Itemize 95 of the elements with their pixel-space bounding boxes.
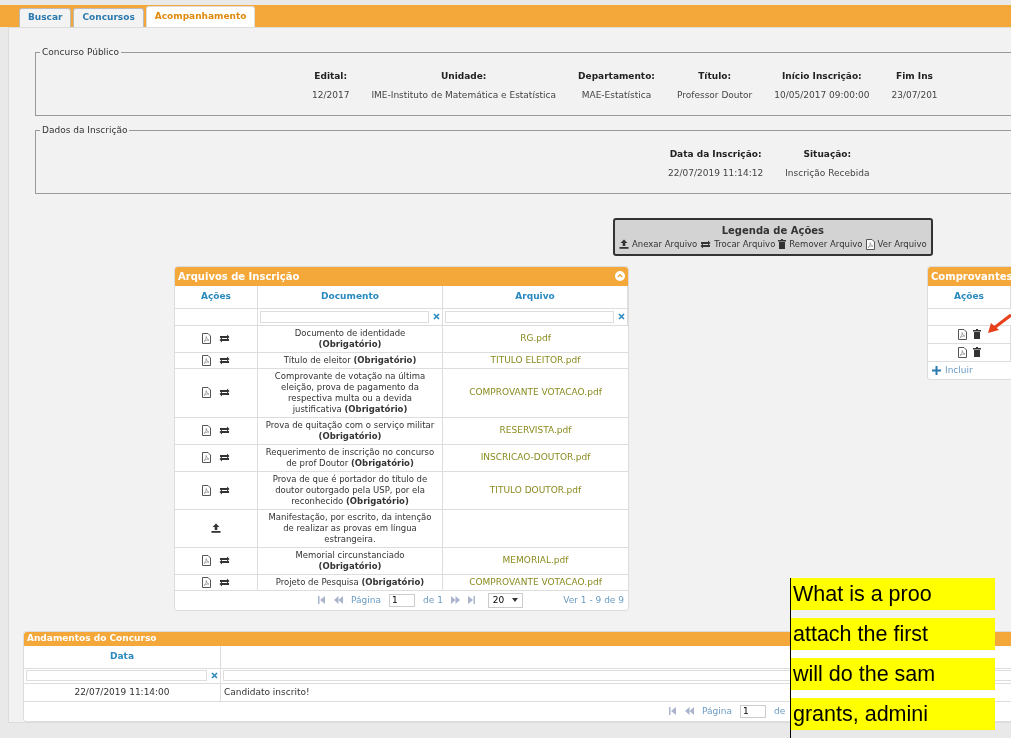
tab[interactable]: Buscar	[19, 8, 72, 27]
document-icon[interactable]	[202, 555, 211, 567]
record-summary: Ver 1 - 9 de 9	[563, 593, 624, 607]
filter-input[interactable]	[445, 310, 614, 323]
file-link[interactable]: MEMORIAL.pdf	[502, 554, 569, 568]
field-label: Unidade:	[441, 70, 487, 83]
legend-label: Trocar Arquivo	[714, 238, 776, 251]
field-label: Situação:	[803, 148, 852, 161]
file-link[interactable]: COMPROVANTE VOTACAO.pdf	[469, 575, 602, 589]
filter-input[interactable]	[260, 310, 429, 323]
column-header[interactable]: Documento	[258, 285, 443, 308]
page-label: Página	[351, 593, 381, 607]
document-icon[interactable]	[202, 425, 211, 437]
document-name: Requerimento de inscrição no concurso de prof Doutor (Obrigatório)	[264, 446, 436, 469]
annotation-note: What is a proo attach the first will do the sam grants, admini	[790, 578, 996, 738]
panel-title: Andamentos do Concurso	[27, 632, 157, 645]
swap-arrows-icon[interactable]	[219, 556, 230, 566]
swap-arrows-icon[interactable]	[219, 355, 230, 365]
field-label: Data da Inscrição:	[669, 148, 762, 161]
trash-icon[interactable]	[972, 329, 981, 340]
legend-title: Legenda de Ações	[721, 224, 824, 238]
document-icon[interactable]	[202, 452, 211, 464]
file-link[interactable]: TITULO DOUTOR.pdf	[489, 483, 582, 497]
swap-arrows-icon[interactable]	[700, 239, 712, 249]
page-input[interactable]: 1	[389, 593, 415, 607]
field-value: IME-Instituto de Matemática e Estatística	[371, 88, 557, 102]
tab[interactable]: Acompanhamento	[145, 6, 256, 27]
document-name: Prova de que é portador do título de doutor outorgado pela USP, por ela reconhecido (Obrigatório)	[271, 473, 429, 507]
column-header[interactable]: Ações	[928, 285, 1011, 308]
document-icon[interactable]	[202, 576, 211, 588]
legend-label: Anexar Arquivo	[632, 238, 698, 251]
legend-label: Ver Arquivo	[877, 238, 927, 251]
field-value: Professor Doutor	[676, 88, 753, 102]
field-label: Departamento:	[578, 70, 655, 83]
field-value: 22/07/2019 11:14:12	[668, 166, 764, 180]
swap-arrows-icon[interactable]	[219, 334, 230, 344]
panel-title: Arquivos de Inscrição	[178, 269, 300, 284]
column-header[interactable]: Arquivo	[443, 285, 628, 308]
field-value: Inscrição Recebida	[785, 166, 870, 180]
document-icon[interactable]	[202, 333, 211, 345]
field-value: 23/07/201	[891, 88, 938, 102]
file-link[interactable]: COMPROVANTE VOTACAO.pdf	[469, 386, 602, 400]
field-label: Início Inscrição:	[782, 70, 862, 83]
clear-filter-icon[interactable]	[211, 672, 218, 680]
trash-icon[interactable]	[972, 347, 981, 358]
pointer-arrow-drawing	[986, 312, 1011, 336]
event-cell: Candidato inscrito!	[224, 685, 310, 699]
swap-arrows-icon[interactable]	[219, 577, 230, 587]
clear-filter-icon[interactable]	[433, 313, 440, 321]
document-name: Projeto de Pesquisa (Obrigatório)	[275, 576, 425, 588]
field-value: 10/05/2017 09:00:00	[774, 88, 870, 102]
document-name: Prova de quitação com o serviço militar (Obrigatório)	[264, 419, 436, 442]
file-link[interactable]: RG.pdf	[520, 332, 551, 346]
document-name: Título de eleitor (Obrigatório)	[283, 354, 417, 366]
document-icon[interactable]	[957, 328, 967, 340]
document-name: Comprovante de votação na última eleição, prova de pagamento da respectiva multa ou a devida justificativa (Obrigatório)	[273, 370, 427, 415]
add-link[interactable]: Incluir	[945, 363, 973, 377]
document-icon[interactable]	[202, 484, 211, 496]
swap-arrows-icon[interactable]	[219, 426, 230, 436]
tab[interactable]: Concursos	[73, 8, 144, 27]
field-label: Fim Ins	[896, 70, 933, 83]
fieldset-legend: Dados da Inscrição	[40, 124, 130, 138]
page-count: de	[774, 704, 786, 718]
plus-icon[interactable]	[932, 365, 941, 375]
date-cell: 22/07/2019 11:14:00	[74, 685, 170, 699]
swap-arrows-icon[interactable]	[219, 453, 230, 463]
file-link[interactable]: INSCRICAO-DOUTOR.pdf	[480, 451, 591, 465]
swap-arrows-icon[interactable]	[219, 485, 230, 495]
upload-icon[interactable]	[619, 239, 629, 250]
column-header[interactable]: Ações	[175, 285, 258, 308]
document-icon[interactable]	[202, 354, 211, 366]
caret-icon[interactable]	[512, 598, 519, 603]
field-value: 12/2017	[312, 88, 350, 102]
legend-label: Remover Arquivo	[789, 238, 863, 251]
document-name: Manifestação, por escrito, da intenção de realizar as provas em língua estrangeira.	[267, 511, 433, 545]
document-name: Documento de identidade (Obrigatório)	[293, 327, 407, 350]
field-label: Edital:	[314, 70, 348, 83]
page-size-select[interactable]: 20	[487, 592, 524, 608]
document-icon[interactable]	[865, 238, 875, 250]
swap-arrows-icon[interactable]	[219, 388, 230, 398]
field-value: MAE-Estatística	[581, 88, 652, 102]
filter-input[interactable]	[26, 670, 207, 682]
document-name: Memorial circunstanciado (Obrigatório)	[294, 549, 406, 572]
upload-icon[interactable]	[211, 523, 221, 534]
document-icon[interactable]	[202, 387, 211, 399]
field-label: Título:	[698, 70, 732, 83]
column-header[interactable]: Data	[24, 645, 221, 668]
page-label: Página	[702, 704, 732, 718]
trash-icon[interactable]	[778, 239, 787, 250]
file-link[interactable]: TITULO ELEITOR.pdf	[490, 353, 581, 367]
file-link[interactable]: RESERVISTA.pdf	[499, 424, 572, 438]
document-icon[interactable]	[957, 346, 967, 358]
clear-filter-icon[interactable]	[618, 313, 625, 321]
page-count: de 1	[423, 593, 443, 607]
page-input[interactable]: 1	[740, 704, 766, 718]
